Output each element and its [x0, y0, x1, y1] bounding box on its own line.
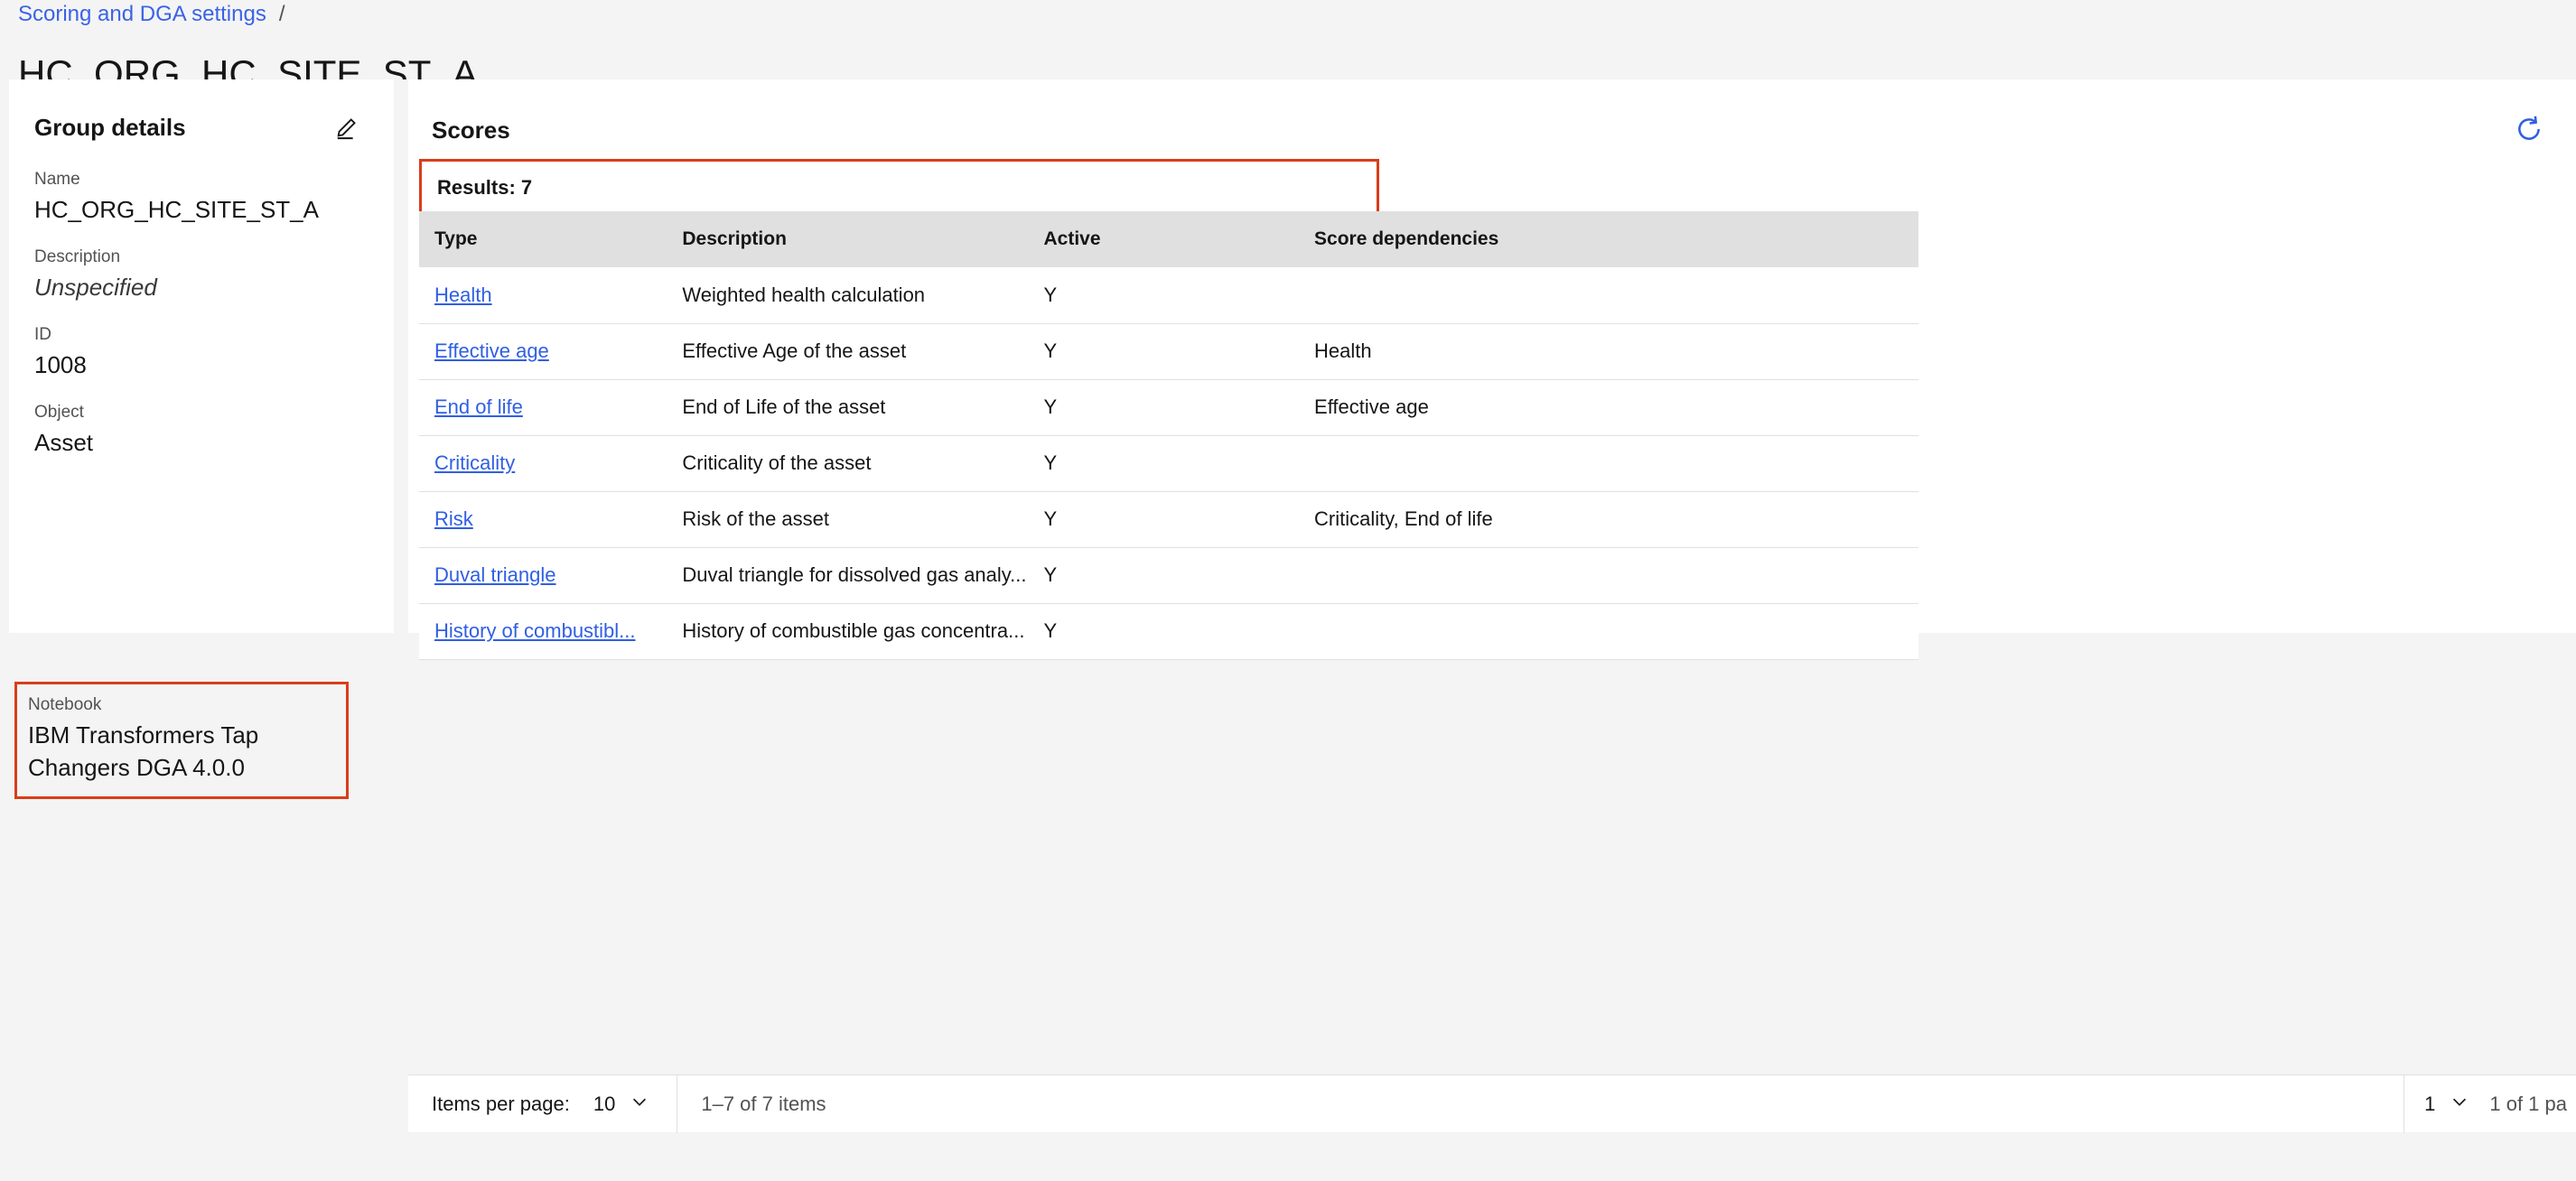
cell-type: Effective age	[419, 323, 667, 380]
column-header-score-dependencies[interactable]: Score dependencies	[1299, 211, 1918, 267]
cell-dependencies: Effective age	[1299, 379, 1918, 436]
table-row[interactable]: Health Weighted health calculation Y	[419, 267, 1918, 324]
field-label-notebook: Notebook	[28, 695, 102, 714]
breadcrumb-separator: /	[278, 2, 285, 26]
cell-description: History of combustible gas concentra...	[667, 603, 1029, 660]
pagination-right: 1 1 of 1 pa	[2403, 1074, 2576, 1133]
cell-description: Duval triangle for dissolved gas analy..…	[667, 547, 1029, 604]
pagination-bar: Items per page: 10 1–7 of 7 items 1 1 of…	[408, 1074, 2576, 1133]
field-id: ID 1008	[9, 323, 394, 381]
score-link-duval-triangle[interactable]: Duval triangle	[434, 563, 556, 586]
column-header-type[interactable]: Type	[419, 211, 667, 267]
score-link-risk[interactable]: Risk	[434, 507, 473, 530]
field-value-description: Unspecified	[34, 274, 157, 301]
cell-description: Criticality of the asset	[667, 435, 1029, 492]
scores-title: Scores	[432, 116, 510, 144]
score-link-history-of-combustible[interactable]: History of combustibl...	[434, 619, 636, 642]
table-row[interactable]: Risk Risk of the asset Y Criticality, En…	[419, 491, 1918, 548]
pagination-left: Items per page: 10 1–7 of 7 items	[408, 1074, 826, 1133]
cell-dependencies: Health	[1299, 323, 1918, 380]
cell-description: Effective Age of the asset	[667, 323, 1029, 380]
field-notebook-highlighted: Notebook IBM Transformers Tap Changers D…	[14, 682, 349, 799]
cell-active: Y	[1028, 435, 1300, 492]
field-label-id: ID	[34, 325, 51, 344]
refresh-icon	[2514, 114, 2544, 147]
cell-dependencies	[1299, 267, 1918, 324]
cell-type: Health	[419, 267, 667, 324]
breadcrumb: Scoring and DGA settings /	[18, 0, 285, 29]
cell-type: End of life	[419, 379, 667, 436]
chevron-down-icon	[630, 1092, 649, 1117]
column-header-active[interactable]: Active	[1028, 211, 1300, 267]
table-row[interactable]: Criticality Criticality of the asset Y	[419, 435, 1918, 492]
items-per-page-value: 10	[593, 1092, 616, 1115]
cell-type: History of combustibl...	[419, 603, 667, 660]
cell-description: End of Life of the asset	[667, 379, 1029, 436]
cell-active: Y	[1028, 267, 1300, 324]
scores-table: Type Description Active Score dependenci…	[419, 211, 1918, 660]
cell-type: Risk	[419, 491, 667, 548]
cell-type: Duval triangle	[419, 547, 667, 604]
items-range-label: 1–7 of 7 items	[701, 1092, 826, 1115]
table-row[interactable]: Effective age Effective Age of the asset…	[419, 323, 1918, 380]
field-value-object: Asset	[34, 429, 94, 456]
field-label-object: Object	[34, 403, 84, 422]
page-root: Scoring and DGA settings / HC_ORG_HC_SIT…	[0, 0, 2576, 1181]
score-link-end-of-life[interactable]: End of life	[434, 395, 523, 418]
cell-dependencies: Criticality, End of life	[1299, 491, 1918, 548]
field-value-id: 1008	[34, 351, 87, 378]
refresh-button[interactable]	[2506, 107, 2553, 153]
cell-active: Y	[1028, 547, 1300, 604]
items-per-page-label: Items per page:	[432, 1092, 570, 1115]
cell-active: Y	[1028, 323, 1300, 380]
cell-dependencies	[1299, 603, 1918, 660]
cell-description: Risk of the asset	[667, 491, 1029, 548]
items-per-page-select[interactable]: 10	[590, 1092, 653, 1117]
score-link-effective-age[interactable]: Effective age	[434, 339, 549, 362]
field-value-notebook: IBM Transformers Tap Changers DGA 4.0.0	[28, 721, 259, 781]
table-row[interactable]: Duval triangle Duval triangle for dissol…	[419, 547, 1918, 604]
group-details-title: Group details	[34, 113, 186, 141]
field-name: Name HC_ORG_HC_SITE_ST_A	[9, 168, 394, 226]
cell-description: Weighted health calculation	[667, 267, 1029, 324]
breadcrumb-link-scoring-and-dga-settings[interactable]: Scoring and DGA settings	[18, 0, 266, 29]
score-link-criticality[interactable]: Criticality	[434, 451, 515, 474]
field-value-name: HC_ORG_HC_SITE_ST_A	[34, 196, 319, 223]
scores-header: Scores	[408, 79, 2576, 153]
cell-dependencies	[1299, 435, 1918, 492]
page-count-label: 1 of 1 pa	[2489, 1092, 2567, 1115]
group-details-header: Group details	[9, 79, 394, 148]
page-number-select[interactable]: 1	[2404, 1092, 2489, 1117]
column-header-description[interactable]: Description	[667, 211, 1029, 267]
field-label-name: Name	[34, 170, 80, 189]
cell-active: Y	[1028, 491, 1300, 548]
field-description: Description Unspecified	[9, 246, 394, 303]
field-label-description: Description	[34, 247, 121, 266]
cell-active: Y	[1028, 603, 1300, 660]
edit-button[interactable]	[327, 107, 369, 148]
field-object: Object Asset	[9, 401, 394, 459]
results-count: Results: 7	[422, 162, 1377, 214]
table-row[interactable]: History of combustibl... History of comb…	[419, 603, 1918, 660]
page-number-value: 1	[2424, 1092, 2436, 1115]
cell-active: Y	[1028, 379, 1300, 436]
group-details-card: Group details Name HC_ORG_HC_SITE_ST_A D…	[9, 79, 394, 633]
score-link-health[interactable]: Health	[434, 284, 492, 306]
table-header-row: Type Description Active Score dependenci…	[419, 211, 1918, 267]
chevron-down-icon	[2450, 1092, 2469, 1117]
pencil-icon	[334, 113, 361, 143]
cell-type: Criticality	[419, 435, 667, 492]
cell-dependencies	[1299, 547, 1918, 604]
table-row[interactable]: End of life End of Life of the asset Y E…	[419, 379, 1918, 436]
card-gutter	[394, 79, 408, 633]
